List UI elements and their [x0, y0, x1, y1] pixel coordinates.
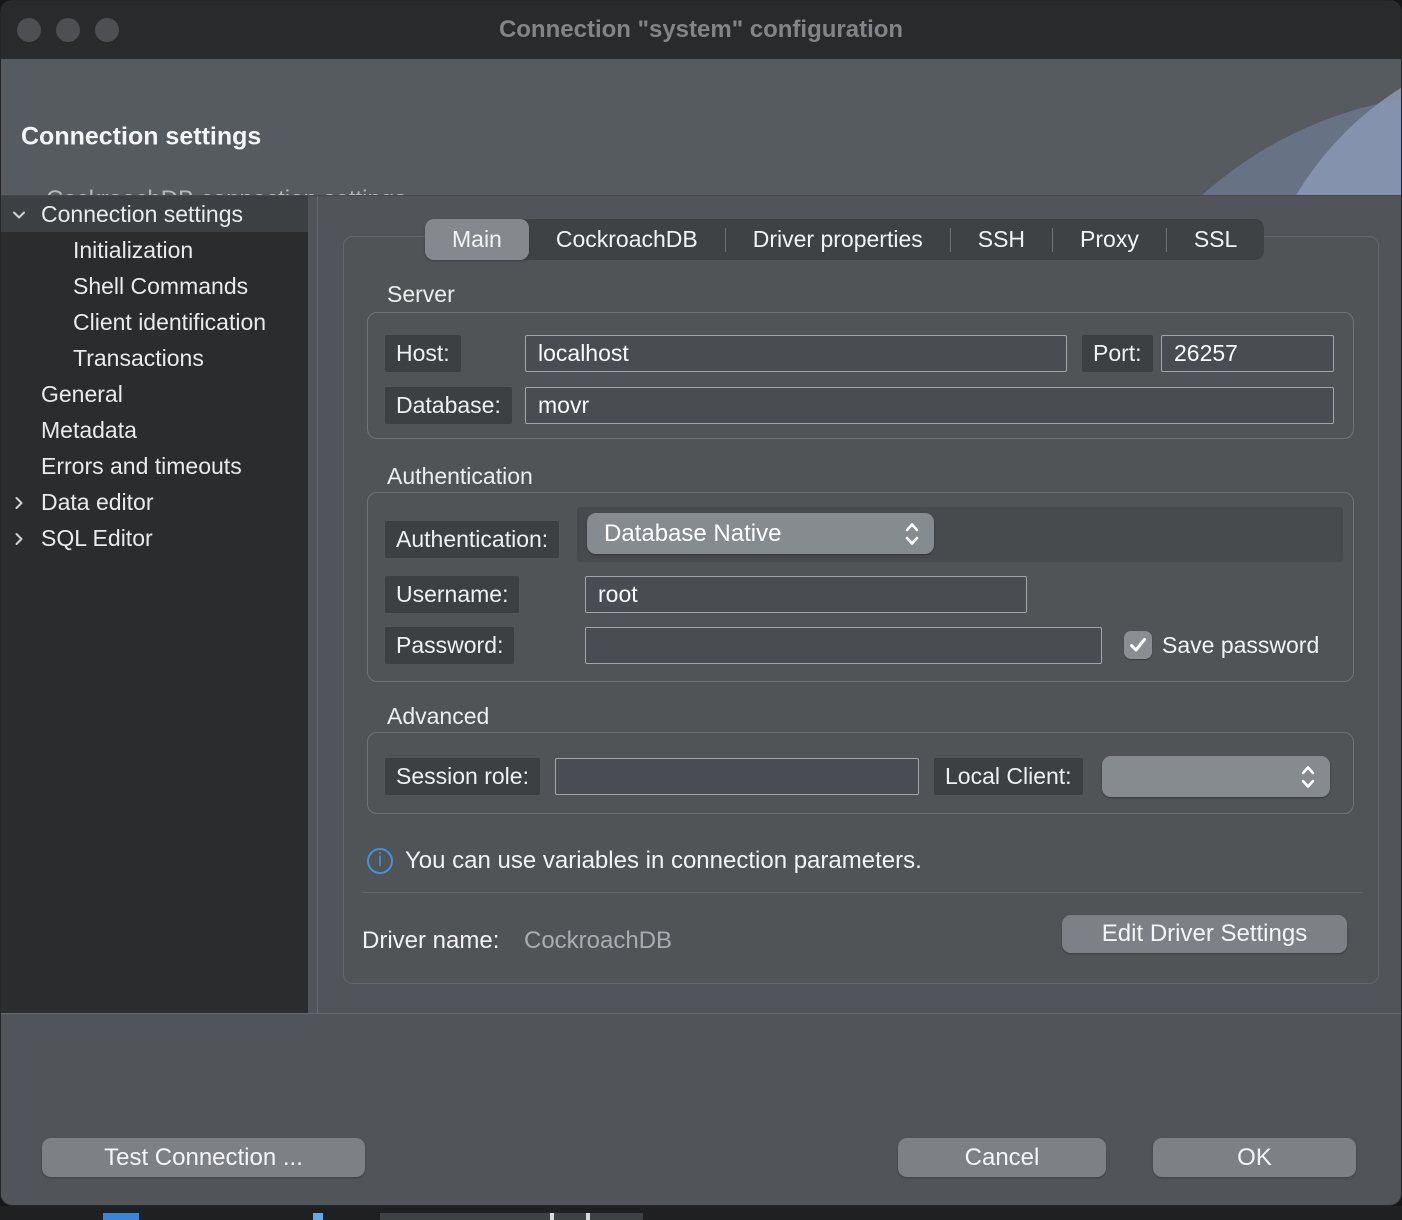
username-label: Username:	[385, 576, 519, 613]
sidebar-item-general[interactable]: General	[1, 376, 308, 412]
local-client-dropdown[interactable]	[1102, 756, 1330, 797]
background-dot	[586, 1213, 590, 1220]
sidebar-item-transactions[interactable]: Transactions	[1, 340, 308, 376]
tab-cockroachdb[interactable]: CockroachDB	[529, 219, 725, 260]
driver-name-value: CockroachDB	[524, 927, 672, 955]
host-input[interactable]	[525, 335, 1067, 372]
sidebar-item-label: SQL Editor	[41, 525, 153, 552]
chevron-right-icon	[10, 494, 28, 512]
sidebar-item-data-editor[interactable]: Data editor	[1, 484, 308, 520]
authentication-dropdown-value: Database Native	[604, 520, 904, 548]
sidebar-item-label: General	[41, 381, 123, 408]
tab-driver-properties[interactable]: Driver properties	[726, 219, 950, 260]
edit-driver-settings-button[interactable]: Edit Driver Settings	[1062, 915, 1347, 953]
header-banner: Connection settings CockroachDB connecti…	[1, 59, 1401, 196]
test-connection-button[interactable]: Test Connection ...	[42, 1138, 365, 1177]
tab-ssl[interactable]: SSL	[1167, 219, 1264, 260]
window-title: Connection "system" configuration	[1, 1, 1401, 59]
driver-name-label: Driver name:	[362, 927, 499, 955]
save-password-label: Save password	[1162, 630, 1334, 660]
main-tab-panel: Server Host: Port: Database: Authenticat…	[343, 236, 1379, 984]
sidebar-item-initialization[interactable]: Initialization	[1, 232, 308, 268]
background-accent-segment	[313, 1213, 323, 1220]
sidebar-item-label: Errors and timeouts	[41, 453, 242, 480]
authentication-label: Authentication:	[385, 521, 559, 558]
settings-tree: Connection settings Initialization Shell…	[1, 196, 308, 1013]
sidebar-divider	[317, 196, 318, 1013]
info-icon-glyph: i	[378, 850, 382, 872]
decorative-arcs	[1071, 59, 1401, 196]
password-label: Password:	[385, 627, 514, 664]
sidebar-item-errors-and-timeouts[interactable]: Errors and timeouts	[1, 448, 308, 484]
info-message: You can use variables in connection para…	[405, 847, 922, 875]
advanced-section-title: Advanced	[387, 703, 489, 730]
password-input[interactable]	[585, 627, 1102, 664]
port-input[interactable]	[1161, 335, 1334, 372]
footer-divider	[1, 1013, 1401, 1014]
chevron-right-icon	[10, 530, 28, 548]
cancel-button[interactable]: Cancel	[898, 1138, 1106, 1177]
connection-configuration-dialog: Connection "system" configuration Connec…	[0, 0, 1402, 1206]
session-role-input[interactable]	[555, 758, 919, 795]
authentication-dropdown[interactable]: Database Native	[587, 513, 934, 554]
checkmark-icon	[1129, 637, 1147, 653]
save-password-checkbox[interactable]	[1124, 631, 1152, 659]
background-strip	[0, 1206, 1402, 1220]
header-subtitle: CockroachDB connection settings	[46, 186, 406, 196]
sidebar-item-label: Data editor	[41, 489, 154, 516]
username-input[interactable]	[585, 576, 1027, 613]
chevron-down-icon	[10, 206, 28, 224]
local-client-label: Local Client:	[934, 758, 1083, 795]
tab-bar: Main CockroachDB Driver properties SSH P…	[425, 219, 1264, 260]
port-label: Port:	[1082, 335, 1153, 372]
server-section-title: Server	[387, 281, 455, 308]
sidebar-item-label: Metadata	[41, 417, 137, 444]
tab-ssh[interactable]: SSH	[951, 219, 1052, 260]
sidebar-item-shell-commands[interactable]: Shell Commands	[1, 268, 308, 304]
sidebar-item-label: Connection settings	[41, 201, 243, 228]
database-input[interactable]	[525, 387, 1334, 424]
titlebar: Connection "system" configuration	[1, 1, 1401, 59]
sidebar-item-label: Transactions	[73, 345, 204, 372]
background-accent-segment	[103, 1213, 139, 1220]
sidebar-item-connection-settings[interactable]: Connection settings	[1, 196, 308, 232]
sidebar-item-label: Initialization	[73, 237, 193, 264]
info-icon: i	[367, 848, 393, 874]
stepper-chevrons-icon	[1300, 764, 1316, 790]
panel-divider	[362, 892, 1362, 893]
header-title: Connection settings	[21, 123, 261, 152]
tab-main[interactable]: Main	[425, 219, 529, 260]
sidebar-item-metadata[interactable]: Metadata	[1, 412, 308, 448]
tab-proxy[interactable]: Proxy	[1053, 219, 1166, 260]
sidebar-item-label: Client identification	[73, 309, 266, 336]
stepper-chevrons-icon	[904, 521, 920, 547]
session-role-label: Session role:	[385, 758, 540, 795]
sidebar-item-label: Shell Commands	[73, 273, 248, 300]
sidebar-item-client-identification[interactable]: Client identification	[1, 304, 308, 340]
background-gray-segment	[380, 1213, 643, 1220]
host-label: Host:	[385, 335, 461, 372]
ok-button[interactable]: OK	[1153, 1138, 1356, 1177]
authentication-section-title: Authentication	[387, 463, 533, 490]
background-dot	[550, 1213, 554, 1220]
database-label: Database:	[385, 387, 512, 424]
sidebar-item-sql-editor[interactable]: SQL Editor	[1, 520, 308, 556]
